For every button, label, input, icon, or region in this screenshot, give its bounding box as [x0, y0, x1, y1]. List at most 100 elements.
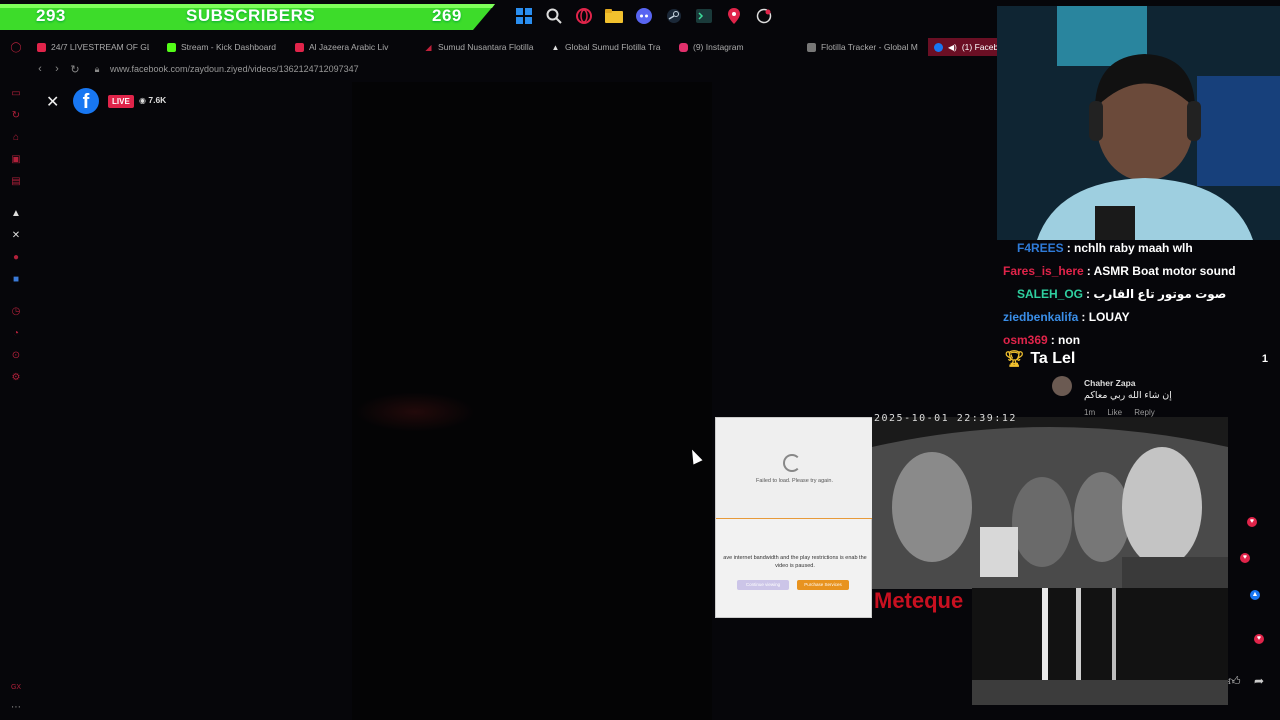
tab-label: Stream - Kick Dashboard: [181, 42, 276, 52]
chat-username: F4REES: [1017, 240, 1064, 255]
boat-video-lower: [972, 588, 1228, 705]
comment-meta: 1m Like Reply: [1084, 408, 1155, 417]
forward-icon[interactable]: ›: [48, 63, 66, 75]
thumbs-up-icon[interactable]: 👍︎: [1228, 674, 1241, 689]
settings-icon[interactable]: ⚙: [10, 372, 22, 384]
search-icon[interactable]: [542, 5, 566, 27]
error-detail: ave internet bandwidth and the play rest…: [723, 555, 867, 569]
folder-icon[interactable]: [602, 5, 626, 27]
heart-reaction-icon: ♥: [1240, 553, 1250, 563]
taskbar: [512, 5, 776, 27]
tab-strip: 24/7 LIVESTREAM OF GL Stream - Kick Dash…: [0, 38, 1000, 56]
facebook-icon: [934, 42, 943, 52]
screen: 293 SUBSCRIBERS 269 ◯ ▭ ↻ ⌂ ▣ ▤ ▲ ✕ ● ■ …: [0, 0, 1280, 720]
history-icon[interactable]: ↻: [10, 110, 22, 122]
shopping-icon[interactable]: ⌂: [10, 132, 22, 144]
bitwarden-icon[interactable]: ■: [10, 274, 22, 286]
speaker-icon[interactable]: ◀): [948, 43, 957, 52]
loading-spinner-icon: [783, 454, 801, 472]
subscriber-count-left: 293: [36, 6, 66, 25]
heart-reaction-icon: ♥: [1247, 517, 1257, 527]
webcam-scene: [997, 6, 1280, 240]
comment-like-button[interactable]: Like: [1107, 408, 1122, 417]
heart-reaction-icon: ♥: [1254, 634, 1264, 644]
url-field[interactable]: www.facebook.com/zaydoun.ziyed/videos/13…: [110, 64, 359, 74]
subscriber-title: SUBSCRIBERS: [186, 6, 316, 25]
tab-7[interactable]: Flotilla Tracker - Global M: [807, 42, 919, 52]
terminal-icon[interactable]: [692, 5, 716, 27]
bookmark-icon[interactable]: ▲: [10, 208, 22, 220]
tab-label: (1) Facebo: [961, 42, 1000, 52]
divider: [716, 518, 873, 519]
chat-text: : non: [1050, 332, 1081, 347]
eye-icon: ◉: [139, 96, 146, 105]
tab-1[interactable]: 24/7 LIVESTREAM OF GL: [37, 42, 149, 52]
avatar[interactable]: [1052, 376, 1072, 396]
messenger-icon[interactable]: ▤: [10, 176, 22, 188]
video-timestamp: 2025-10-01 22:39:12: [874, 413, 1017, 424]
error-overlay: Failed to load. Please try again. ave in…: [715, 417, 873, 618]
lock-icon: 🔒︎: [94, 63, 100, 74]
map-pin-icon[interactable]: [722, 5, 746, 27]
chat-message: ziedbenkalifa : LOUAY: [1000, 305, 1280, 328]
back-icon[interactable]: ‹: [31, 63, 49, 75]
x-twitter-icon[interactable]: ✕: [10, 230, 22, 242]
chat-username: SALEH_OG: [1017, 286, 1084, 301]
comment-time: 1m: [1084, 408, 1096, 417]
tab-label: Al Jazeera Arabic Liv: [309, 42, 389, 52]
chat-username: Fares_is_here: [1003, 263, 1084, 278]
chat-text: : LOUAY: [1081, 309, 1130, 324]
tab-4[interactable]: ◢ Sumud Nusantara Flotilla: [424, 42, 536, 52]
tab-label: Flotilla Tracker - Global M: [821, 42, 918, 52]
more-icon[interactable]: ⋯: [10, 702, 22, 714]
gx-icon[interactable]: GX: [10, 682, 22, 694]
twitch-icon[interactable]: ▣: [10, 154, 22, 166]
reload-icon[interactable]: ↻: [66, 63, 84, 76]
browser-sidebar: ◯ ▭ ↻ ⌂ ▣ ▤ ▲ ✕ ● ■ ◷ ◔ ⊙ ⚙ GX ⋯: [0, 36, 32, 720]
site-icon: ◢: [425, 42, 432, 52]
clock-icon[interactable]: ◷: [10, 306, 22, 318]
pinboard-icon[interactable]: ⊙: [10, 350, 22, 362]
tab-6[interactable]: (9) Instagram: [679, 42, 791, 52]
tab-3[interactable]: Al Jazeera Arabic Liv: [295, 42, 407, 52]
share-icon[interactable]: ➦: [1254, 674, 1264, 688]
facebook-logo-icon[interactable]: f: [73, 88, 99, 114]
comment-text: إن شاء الله ربي معاكم: [1084, 390, 1172, 401]
continue-viewing-button[interactable]: Continue viewing: [737, 580, 789, 590]
video-watermark: Meteque: [874, 588, 964, 613]
trophy-icon: 🏆︎: [1004, 351, 1025, 368]
boat-video[interactable]: [872, 417, 1228, 589]
purchase-services-button[interactable]: Purchase Services: [797, 580, 849, 590]
windows-icon[interactable]: [512, 5, 536, 27]
pinned-user: 🏆︎ Ta Lel 1: [1000, 347, 1272, 371]
tab-5[interactable]: ▲ Global Sumud Flotilla Tra: [551, 42, 663, 52]
chat-message: SALEH_OG : صوت موتور تاع القارب: [1000, 282, 1280, 305]
youtube-icon[interactable]: ●: [10, 252, 22, 264]
site-icon: [807, 42, 816, 52]
opera-icon[interactable]: [572, 5, 596, 27]
viewer-count-value: 7.6K: [148, 95, 167, 105]
close-icon[interactable]: ✕: [46, 92, 59, 112]
comment-reply-button[interactable]: Reply: [1134, 408, 1154, 417]
chat-message: F4REES : nchlh raby maah wlh: [1000, 236, 1280, 259]
timer-icon[interactable]: ◔: [10, 328, 22, 340]
discord-icon[interactable]: [632, 5, 656, 27]
comment-author[interactable]: Chaher Zapa: [1084, 378, 1136, 388]
instagram-icon: [679, 42, 688, 52]
tab-2[interactable]: Stream - Kick Dashboard: [167, 42, 279, 52]
steam-icon[interactable]: [662, 5, 686, 27]
tab-label: 24/7 LIVESTREAM OF GL: [51, 42, 149, 52]
pinned-count: 1: [1261, 353, 1268, 365]
chat-text: : ASMR Boat motor sound: [1086, 263, 1236, 278]
boat-scene: [872, 417, 1228, 589]
tab-active-facebook[interactable]: ◀) (1) Facebo: [928, 38, 1000, 56]
tab-label: Sumud Nusantara Flotilla: [438, 42, 534, 52]
pinned-name: Ta Lel: [1030, 350, 1076, 367]
aria-icon[interactable]: ▭: [10, 88, 22, 100]
chat-text: : صوت موتور تاع القارب: [1086, 286, 1227, 301]
subscriber-count-right: 269: [432, 6, 462, 25]
chat-message: Fares_is_here : ASMR Boat motor sound: [1000, 259, 1280, 282]
chat-bubble-icon[interactable]: [752, 5, 776, 27]
stream-chat: F4REES : nchlh raby maah wlh Fares_is_he…: [1000, 236, 1280, 351]
live-badge: LIVE: [108, 95, 134, 108]
